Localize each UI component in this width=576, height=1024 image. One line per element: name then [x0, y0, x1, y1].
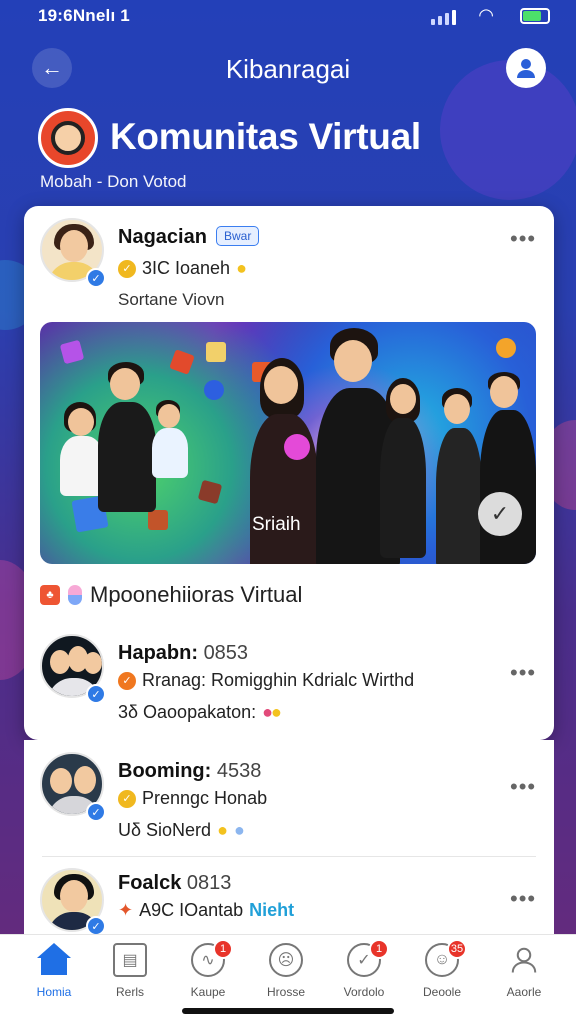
- page-title: Kibanragai: [225, 54, 351, 84]
- person-icon: [507, 943, 541, 977]
- more-options-icon[interactable]: •••: [510, 660, 536, 686]
- notification-badge: 1: [213, 939, 233, 959]
- author-name[interactable]: Nagacian: [118, 226, 207, 249]
- community-hero: Komunitas Virtual Mobah - Don Votod: [38, 108, 558, 194]
- capsule-icon: [68, 585, 82, 605]
- emoji-icon: ●: [236, 258, 247, 278]
- status-check-icon: ✓: [118, 671, 136, 690]
- divider: [42, 856, 536, 857]
- tab-kaupe[interactable]: ∿ 1 Kaupe: [178, 939, 238, 1003]
- activity-icon: ∿ 1: [191, 939, 233, 977]
- post-media-image[interactable]: Sriaih ✓: [40, 322, 536, 564]
- post-line: ✓ Rranag: Romigghin Kdrialc Wirthd: [118, 670, 414, 691]
- notification-badge: 1: [369, 939, 389, 959]
- tab-home[interactable]: Homia: [24, 943, 84, 1003]
- verified-check-icon: ✓: [118, 259, 136, 278]
- signal-icon: [431, 10, 456, 25]
- post-meta-text: 3IC Ioaneh: [142, 258, 231, 278]
- home-icon: [37, 943, 71, 977]
- highlight-text: Nieht: [249, 900, 295, 920]
- verified-badge-icon: ✓: [86, 916, 106, 936]
- verified-badge-icon: ✓: [86, 268, 106, 288]
- reels-icon: ▤: [113, 943, 147, 977]
- wifi-icon: ◠: [478, 5, 494, 25]
- post-stats: Uδ SioNerd ● ●: [118, 820, 245, 840]
- post-meta: ✓ 3IC Ioaneh ●: [118, 258, 247, 279]
- tab-reels[interactable]: ▤ Rerls: [100, 943, 160, 1003]
- check-circle-icon: ✓ 1: [347, 939, 389, 977]
- community-badge-icon: ♣: [40, 585, 60, 605]
- section-heading: ♣ Mpoonehiioras Virtual: [40, 582, 302, 608]
- section-title: Mpoonehiioras Virtual: [90, 582, 303, 607]
- author-role-badge: Bwar: [216, 226, 260, 246]
- post-author[interactable]: Hapabn: 0853: [118, 642, 248, 665]
- post-subtitle: Sortane Viovn: [118, 290, 225, 309]
- top-header: ← Kibanragai: [0, 44, 576, 94]
- media-caption: Sriaih: [252, 514, 301, 535]
- featured-post-card[interactable]: ✓ Nagacian Bwar ✓ 3IC Ioaneh ● Sortane V…: [24, 206, 554, 740]
- more-options-icon[interactable]: •••: [510, 886, 536, 912]
- face-icon: ☹: [269, 943, 303, 977]
- battery-icon: [520, 8, 550, 24]
- post-author[interactable]: Booming: 4538: [118, 760, 261, 783]
- verified-badge-icon: ✓: [86, 802, 106, 822]
- post-author[interactable]: Foalck 0813: [118, 872, 231, 895]
- more-options-icon[interactable]: •••: [510, 226, 536, 252]
- user-icon[interactable]: [506, 48, 546, 88]
- chat-icon: ☺ 35: [425, 939, 467, 977]
- status-time: 19:6Nnelı 1: [38, 6, 130, 25]
- community-logo[interactable]: [38, 108, 98, 168]
- verified-badge-icon: ✓: [86, 684, 106, 704]
- check-icon[interactable]: ✓: [478, 492, 522, 536]
- emoji-icon: ●: [217, 820, 228, 840]
- tab-vordolo[interactable]: ✓ 1 Vordolo: [334, 939, 394, 1003]
- community-name: Komunitas Virtual: [110, 116, 421, 157]
- status-bar: 19:6Nnelı 1 ◠: [0, 0, 576, 34]
- home-indicator: [182, 1008, 394, 1014]
- notification-badge: 35: [447, 939, 467, 959]
- tab-hrosse[interactable]: ☹ Hrosse: [256, 943, 316, 1003]
- tab-deoole[interactable]: ☺ 35 Deoole: [412, 939, 472, 1003]
- post-stats: 3δ Oaoopakaton: ● ●: [118, 702, 282, 722]
- leaf-icon: ✦: [118, 900, 134, 920]
- post-line: ✓ Prenngc Honab: [118, 788, 267, 809]
- more-options-icon[interactable]: •••: [510, 774, 536, 800]
- post-stats: ✦ A9C IOantab Nieht: [118, 900, 295, 920]
- status-check-icon: ✓: [118, 789, 136, 808]
- community-subtitle: Mobah - Don Votod: [40, 172, 187, 191]
- tab-profile[interactable]: Aaorle: [494, 943, 554, 1003]
